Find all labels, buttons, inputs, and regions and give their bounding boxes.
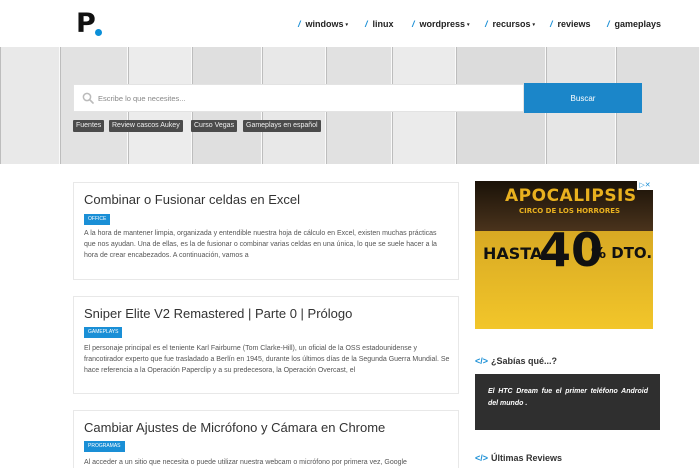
code-icon: </> bbox=[475, 453, 489, 463]
ad-subtitle: CIRCO DE LOS HORRORES bbox=[519, 207, 621, 215]
nav-label: recursos bbox=[492, 19, 531, 29]
ad-choices-icon[interactable]: ▷✕ bbox=[637, 181, 653, 190]
search-hero: Buscar Fuentes Review cascos Aukey Curso… bbox=[0, 47, 700, 164]
tag-gameplays[interactable]: Gameplays en español bbox=[243, 120, 321, 132]
ad-text-hasta: HASTA bbox=[483, 244, 543, 263]
nav-item-recursos[interactable]: / recursos ▾ bbox=[485, 18, 535, 31]
nav-item-reviews[interactable]: / reviews bbox=[550, 18, 591, 30]
post-excerpt: El personaje principal es el teniente Ka… bbox=[84, 345, 450, 374]
nav-slash: / bbox=[485, 19, 488, 29]
tag-fuentes[interactable]: Fuentes bbox=[73, 120, 105, 132]
nav-label: gameplays bbox=[614, 19, 662, 29]
tag-curso-vegas[interactable]: Curso Vegas bbox=[191, 120, 238, 132]
nav-label: wordpress bbox=[419, 19, 466, 29]
site-logo[interactable]: P bbox=[76, 9, 96, 39]
post-card: Sniper Elite V2 Remastered | Parte 0 | P… bbox=[73, 296, 459, 394]
nav-slash: / bbox=[298, 19, 301, 29]
post-excerpt: Al acceder a un sitio que necesita o pue… bbox=[84, 459, 407, 466]
fact-text: El HTC Dream fue el primer teléfono Andr… bbox=[488, 388, 648, 407]
nav-item-linux[interactable]: / linux bbox=[365, 18, 394, 30]
tag-review-cascos[interactable]: Review cascos Aukey bbox=[109, 120, 183, 132]
facts-widget-title: </> ¿Sabías qué...? bbox=[475, 356, 557, 366]
chevron-down-icon: ▾ bbox=[532, 22, 536, 28]
post-title[interactable]: Combinar o Fusionar celdas en Excel bbox=[84, 192, 300, 207]
search-input[interactable] bbox=[98, 85, 518, 111]
category-badge[interactable]: GAMEPLAYS bbox=[84, 327, 123, 338]
post-title[interactable]: Sniper Elite V2 Remastered | Parte 0 | P… bbox=[84, 306, 352, 321]
nav-label: linux bbox=[372, 19, 394, 29]
category-badge[interactable]: PROGRAMAS bbox=[84, 441, 125, 452]
code-icon: </> bbox=[475, 356, 489, 366]
nav-label: windows bbox=[305, 19, 344, 29]
nav-item-wordpress[interactable]: / wordpress ▾ bbox=[412, 18, 470, 31]
search-icon bbox=[82, 92, 94, 104]
ad-text-discount: % DTO. bbox=[591, 244, 653, 262]
site-header: P / windows ▾ / linux / wordpress ▾ / recursos… bbox=[0, 0, 700, 47]
post-title[interactable]: Cambiar Ajustes de Micrófono y Cámara en… bbox=[84, 420, 385, 435]
post-card: Combinar o Fusionar celdas en Excel OFFI… bbox=[73, 182, 459, 280]
nav-item-gameplays[interactable]: / gameplays bbox=[607, 18, 661, 30]
search-box bbox=[73, 84, 524, 112]
post-excerpt: A la hora de mantener limpia, organizada… bbox=[84, 230, 437, 259]
wood-plank bbox=[0, 47, 60, 164]
ad-title: APOCALIPSIS bbox=[505, 186, 637, 206]
search-button[interactable]: Buscar bbox=[524, 83, 642, 113]
nav-label: reviews bbox=[557, 19, 591, 29]
facts-box: El HTC Dream fue el primer teléfono Andr… bbox=[475, 374, 660, 430]
nav-slash: / bbox=[607, 19, 610, 29]
nav-slash: / bbox=[550, 19, 553, 29]
widget-title-text: ¿Sabías qué...? bbox=[491, 356, 558, 366]
advertisement-banner[interactable]: APOCALIPSIS CIRCO DE LOS HORRORES HASTA … bbox=[475, 181, 653, 329]
category-badge[interactable]: OFFICE bbox=[84, 214, 111, 225]
chevron-down-icon: ▾ bbox=[467, 22, 470, 28]
nav-slash: / bbox=[412, 19, 415, 29]
reviews-widget-title: </> Últimas Reviews bbox=[475, 453, 562, 463]
nav-item-windows[interactable]: / windows ▾ bbox=[298, 18, 348, 31]
logo-dot bbox=[95, 29, 102, 36]
widget-title-text: Últimas Reviews bbox=[491, 453, 563, 463]
nav-slash: / bbox=[365, 19, 368, 29]
post-card: Cambiar Ajustes de Micrófono y Cámara en… bbox=[73, 410, 459, 468]
chevron-down-icon: ▾ bbox=[345, 22, 349, 28]
